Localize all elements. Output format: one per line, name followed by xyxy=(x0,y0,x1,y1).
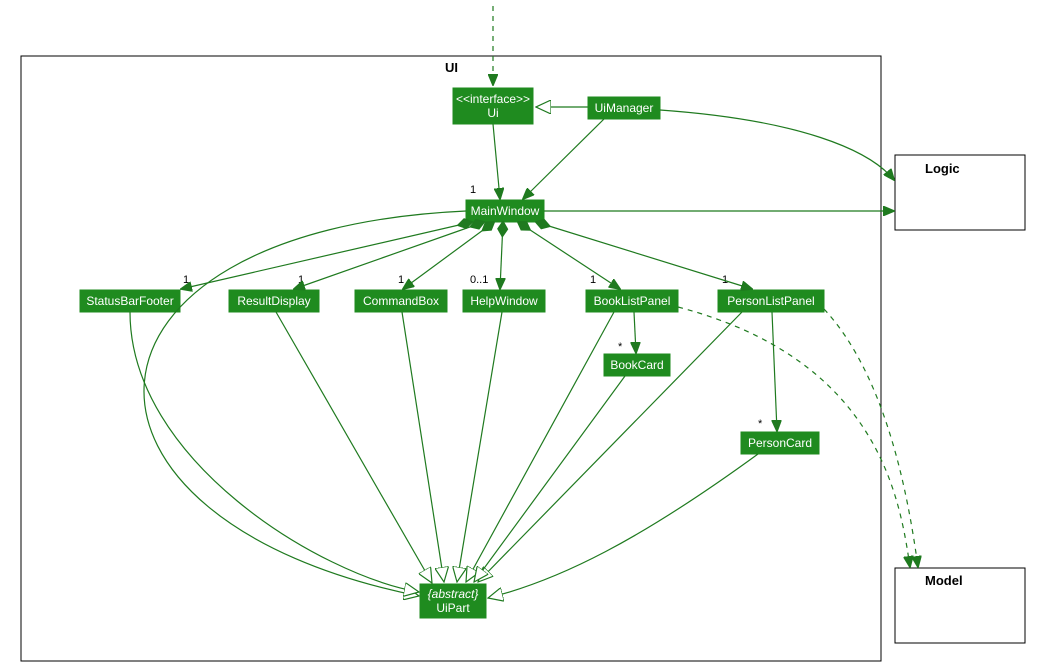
package-ui xyxy=(21,56,881,661)
mult-hw: 0..1 xyxy=(470,274,488,286)
edge-pc-uipart xyxy=(488,454,758,598)
edge-plp-uipart xyxy=(478,312,742,582)
node-person-list-panel-name: PersonListPanel xyxy=(727,294,814,308)
edge-mw-hw xyxy=(500,222,503,289)
mult-blp: 1 xyxy=(590,274,596,286)
package-model-label: Model xyxy=(925,573,963,588)
edge-ui-to-mainwindow xyxy=(493,124,500,199)
edge-plp-pc xyxy=(772,312,777,431)
edge-blp-uipart xyxy=(466,312,614,582)
node-result-display-name: ResultDisplay xyxy=(237,294,310,308)
node-ui-interface-stereotype: <<interface>> xyxy=(456,92,530,106)
mult-rd: 1 xyxy=(298,274,304,286)
mult-pc: * xyxy=(758,418,763,430)
edge-bc-uipart xyxy=(474,376,625,582)
node-ui-part-name: UiPart xyxy=(436,601,470,615)
package-logic-label: Logic xyxy=(925,161,960,176)
edge-mw-rd xyxy=(294,222,484,289)
edge-blp-bc xyxy=(634,312,636,353)
edge-mw-uipart xyxy=(144,211,466,596)
node-status-bar-footer-name: StatusBarFooter xyxy=(86,294,173,308)
edge-uimanager-to-mainwindow xyxy=(523,119,604,199)
node-help-window-name: HelpWindow xyxy=(470,294,538,308)
node-ui-part-stereotype: {abstract} xyxy=(428,587,479,601)
node-book-card-name: BookCard xyxy=(610,358,663,372)
node-command-box-name: CommandBox xyxy=(363,294,439,308)
package-ui-label: UI xyxy=(445,60,458,75)
edge-hw-uipart xyxy=(457,312,502,582)
node-ui-interface-name: Ui xyxy=(487,106,498,120)
node-book-list-panel-name: BookListPanel xyxy=(594,294,671,308)
node-ui-manager-name: UiManager xyxy=(595,101,654,115)
mult-bc: * xyxy=(618,341,623,353)
uml-diagram: UI Logic Model <<interface>> Ui UiManage… xyxy=(0,0,1040,671)
node-person-card-name: PersonCard xyxy=(748,436,812,450)
package-logic xyxy=(895,155,1025,230)
node-main-window-name: MainWindow xyxy=(471,204,540,218)
edge-plp-model xyxy=(824,309,918,567)
edge-sbf-uipart xyxy=(130,312,419,592)
mult-sbf: 1 xyxy=(183,274,189,286)
mult-mainwindow: 1 xyxy=(470,184,476,196)
mult-cb: 1 xyxy=(398,274,404,286)
edge-uimanager-to-logic xyxy=(660,110,894,180)
edge-mw-sbf xyxy=(181,222,472,289)
